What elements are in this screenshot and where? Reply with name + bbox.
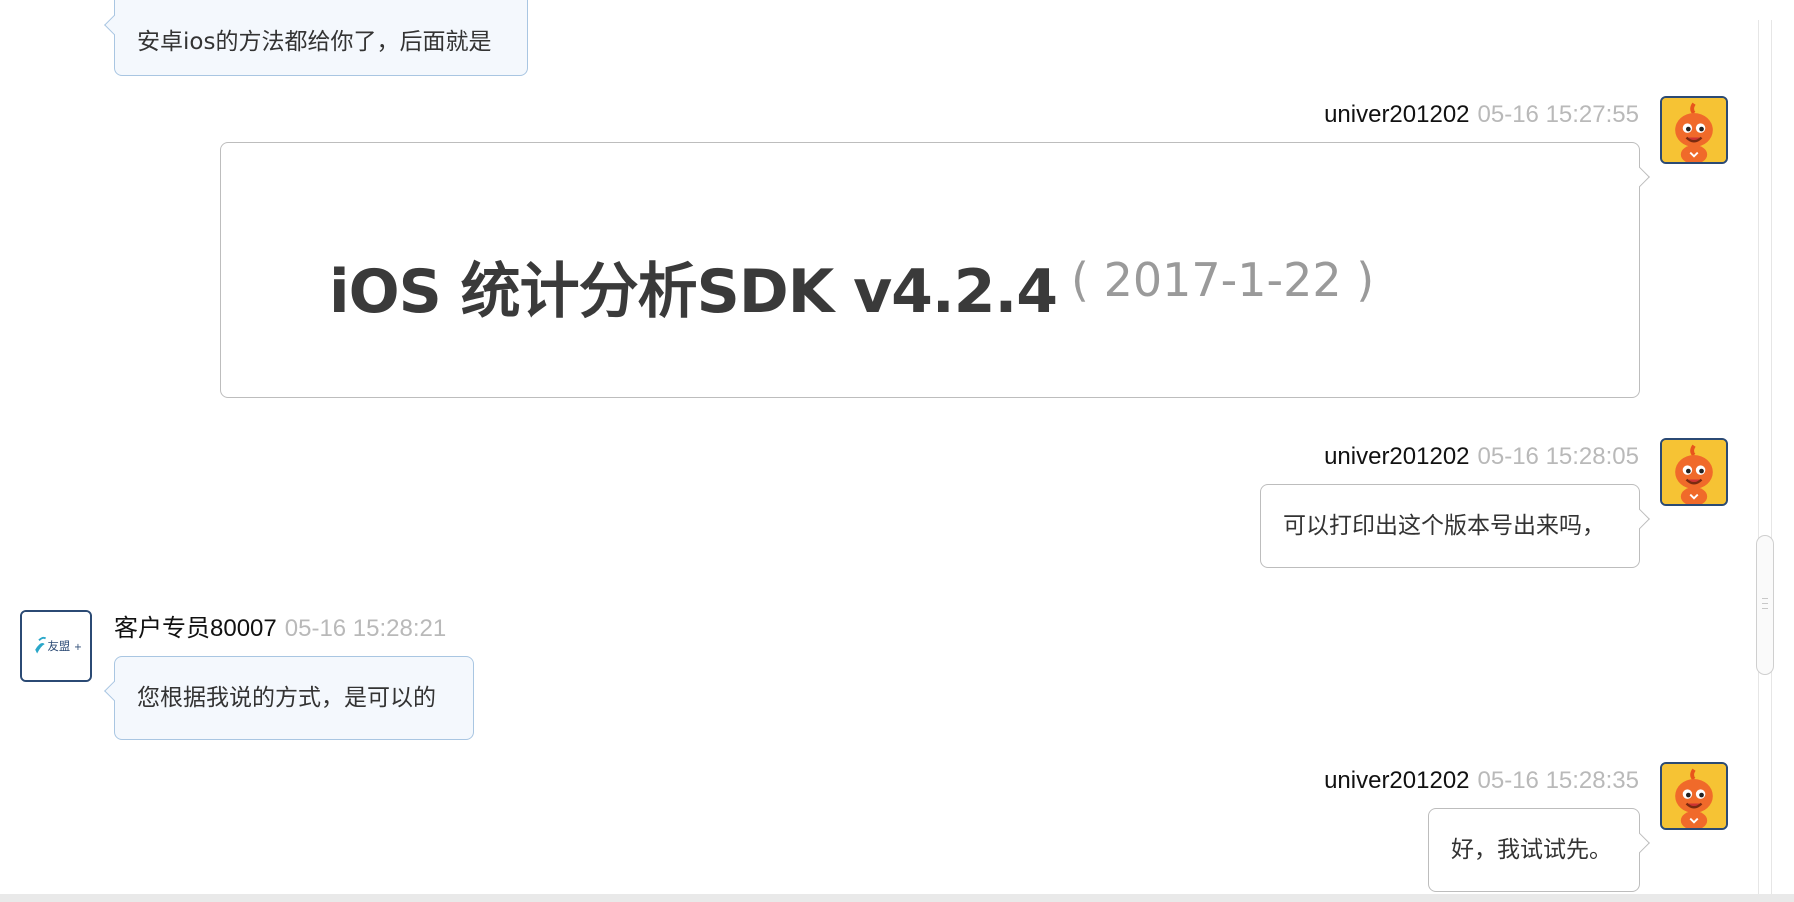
umeng-logo-icon: 友盟 + [22,612,90,680]
message-meta: univer201202 05-16 15:28:35 [1324,767,1639,795]
sender-name: univer201202 [1324,101,1470,128]
message-bubble-outgoing: 可以打印出这个版本号出来吗， [1260,484,1640,568]
svg-text:+: + [74,642,82,653]
message-bubble-outgoing: 好，我试试先。 [1428,808,1640,892]
message-meta: 客户专员80007 05-16 15:28:21 [114,615,446,643]
chat-log[interactable]: 安卓ios的方法都给你了，后面就是 univer201202 05-16 15:2… [0,0,1794,902]
orange-mascot-avatar-icon [1662,98,1726,162]
message-time: 05-16 15:28:21 [284,615,447,642]
sender-name: univer201202 [1324,443,1470,470]
scrollbar-track[interactable] [1758,20,1772,894]
message-bubble-incoming: 安卓ios的方法都给你了，后面就是 [114,0,528,76]
image-caption-title: iOS 统计分析SDK v4.2.4 [329,257,1058,327]
user-avatar[interactable] [1660,96,1728,164]
orange-mascot-avatar-icon [1662,764,1726,828]
scrollbar-thumb[interactable] [1756,535,1774,675]
bottom-divider [0,894,1794,902]
sender-name: 客户专员80007 [114,615,277,642]
message-text: 可以打印出这个版本号出来吗， [1283,513,1605,539]
user-avatar[interactable] [1660,762,1728,830]
message-time: 05-16 15:28:35 [1477,767,1639,794]
message-time: 05-16 15:28:05 [1477,443,1639,470]
message-meta: univer201202 05-16 15:27:55 [1324,101,1639,129]
message-text: 您根据我说的方式，是可以的 [137,685,436,711]
sender-name: univer201202 [1324,767,1470,794]
message-text: 好，我试试先。 [1451,837,1612,863]
message-meta: univer201202 05-16 15:28:05 [1324,443,1639,471]
message-text: 安卓ios的方法都给你了，后面就是 [137,29,492,55]
message-time: 05-16 15:27:55 [1477,101,1639,128]
image-caption-date: ( 2017-1-22 ) [1071,253,1375,307]
orange-mascot-avatar-icon [1662,440,1726,504]
image-message[interactable]: iOS 统计分析SDK v4.2.4 ( 2017-1-22 ) [220,142,1640,398]
message-bubble-incoming: 您根据我说的方式，是可以的 [114,656,474,740]
agent-avatar[interactable]: 友盟 + [20,610,92,682]
svg-text:友盟: 友盟 [48,639,71,653]
user-avatar[interactable] [1660,438,1728,506]
